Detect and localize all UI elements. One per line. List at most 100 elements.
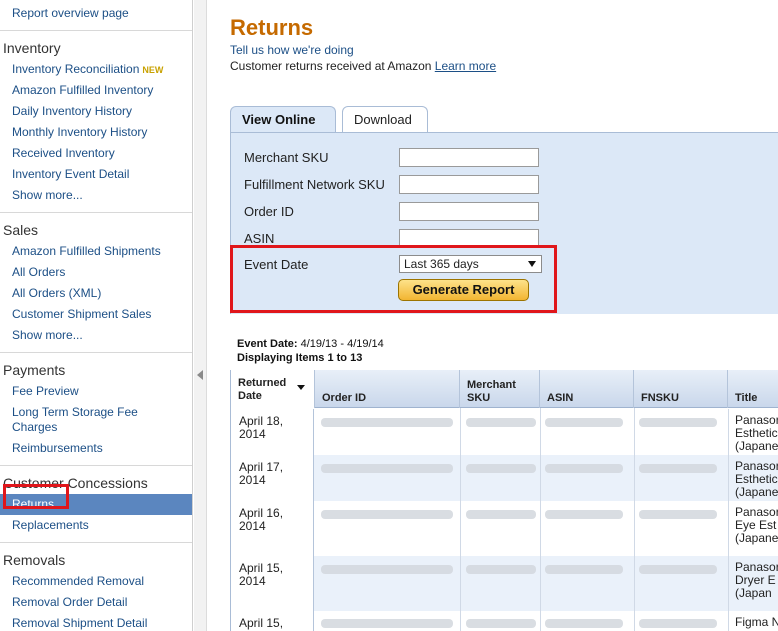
- sidebar-item-recommended-removal[interactable]: Recommended Removal: [0, 571, 192, 592]
- main-content: Returns Tell us how we're doing Customer…: [230, 0, 778, 631]
- column-divider: [634, 408, 635, 631]
- sidebar-item-amazon-fulfilled-shipments[interactable]: Amazon Fulfilled Shipments: [0, 241, 192, 262]
- displaying-items: Displaying Items 1 to 13: [237, 352, 363, 364]
- redacted-asin: [545, 619, 623, 628]
- column-divider: [540, 408, 541, 631]
- redacted-sku: [466, 418, 536, 427]
- redacted-sku: [466, 565, 536, 574]
- title-line: (Japane: [735, 439, 778, 453]
- col-merchant-sku[interactable]: Merchant SKU: [460, 370, 540, 408]
- sales-heading: Sales: [3, 222, 39, 238]
- feedback-link[interactable]: Tell us how we're doing: [230, 43, 354, 57]
- fnsku-input[interactable]: [399, 175, 539, 194]
- payments-heading: Payments: [3, 362, 66, 378]
- sidebar-show-more-sales[interactable]: Show more...: [0, 325, 192, 346]
- sidebar-item-all-orders-xml[interactable]: All Orders (XML): [0, 283, 192, 304]
- table-row[interactable]: April 15, 2014 Figma N: [231, 611, 778, 631]
- title-cell: Panasor Esthetic (Japane: [728, 409, 778, 455]
- table-row[interactable]: April 15, 2014 Panasor Dryer E (Japan: [231, 556, 778, 611]
- column-divider: [460, 408, 461, 631]
- col-fnsku[interactable]: FNSKU: [634, 370, 728, 408]
- header-label: Merchant SKU: [467, 379, 516, 404]
- col-title[interactable]: Title: [728, 370, 778, 408]
- col-order-id[interactable]: Order ID: [315, 370, 460, 408]
- table-row[interactable]: April 17, 2014 Panasor Esthetic (Japane: [231, 455, 778, 501]
- chevron-down-icon: [528, 261, 536, 267]
- learn-more-link[interactable]: Learn more: [435, 59, 496, 73]
- redacted-order-id: [321, 418, 453, 427]
- sidebar-item-amazon-fulfilled-inventory[interactable]: Amazon Fulfilled Inventory: [0, 80, 192, 101]
- returned-date-cell: April 15, 2014: [231, 556, 314, 611]
- tab-view-online[interactable]: View Online: [230, 106, 336, 133]
- subtitle-text: Customer returns received at Amazon: [230, 59, 432, 73]
- redacted-order-id: [321, 464, 453, 473]
- sidebar-show-more-inventory[interactable]: Show more...: [0, 185, 192, 206]
- sidebar-item-fee-preview[interactable]: Fee Preview: [0, 381, 192, 402]
- page-title: Returns: [230, 15, 314, 40]
- page-subtitle: Customer returns received at Amazon Lear…: [230, 59, 496, 73]
- table-row[interactable]: April 18, 2014 Panasor Esthetic (Japane: [231, 409, 778, 455]
- tab-download[interactable]: Download: [342, 106, 428, 132]
- table-row[interactable]: April 16, 2014 Panasor Eye Est (Japane: [231, 501, 778, 556]
- event-date-value: Last 365 days: [404, 257, 479, 271]
- sort-desc-icon: [297, 385, 305, 390]
- report-overview-link[interactable]: Report overview page: [0, 3, 192, 24]
- redacted-asin: [545, 510, 623, 519]
- sidebar-item-long-term-storage-fee-charges[interactable]: Long Term Storage Fee Charges: [0, 402, 150, 438]
- title-line: (Japan: [735, 586, 772, 600]
- removals-heading: Removals: [3, 552, 66, 568]
- title-cell: Figma N: [728, 611, 778, 631]
- sidebar-item-monthly-inventory-history[interactable]: Monthly Inventory History: [0, 122, 192, 143]
- redacted-fnsku: [639, 619, 717, 628]
- divider: [0, 465, 192, 466]
- sidebar-item-removal-shipment-detail[interactable]: Removal Shipment Detail: [0, 613, 192, 631]
- table-header: Returned Date Order ID Merchant SKU ASIN…: [231, 370, 778, 408]
- returned-date-cell: April 16, 2014: [231, 501, 314, 556]
- sidebar-item-returns[interactable]: Returns: [0, 494, 192, 515]
- redacted-fnsku: [639, 510, 717, 519]
- redacted-asin: [545, 565, 623, 574]
- redacted-sku: [466, 464, 536, 473]
- header-label: Title: [735, 392, 758, 404]
- divider: [0, 352, 192, 353]
- col-asin[interactable]: ASIN: [540, 370, 634, 408]
- results-meta: Event Date: 4/19/13 - 4/19/14 Displaying…: [237, 337, 384, 365]
- sidebar-gutter: [194, 0, 207, 631]
- sidebar-item-reimbursements[interactable]: Reimbursements: [0, 438, 192, 459]
- fnsku-label: Fulfillment Network SKU: [244, 177, 385, 192]
- merchant-sku-label: Merchant SKU: [244, 150, 329, 165]
- sidebar-item-all-orders[interactable]: All Orders: [0, 262, 192, 283]
- redacted-order-id: [321, 619, 453, 628]
- title-line: (Japane: [735, 485, 778, 499]
- redacted-sku: [466, 619, 536, 628]
- asin-input[interactable]: [399, 229, 539, 248]
- divider: [0, 30, 192, 31]
- header-label: FNSKU: [641, 392, 679, 404]
- event-date-result-label: Event Date:: [237, 338, 298, 350]
- returned-date-cell: April 15, 2014: [231, 611, 314, 631]
- header-label: ASIN: [547, 392, 574, 404]
- redacted-asin: [545, 418, 623, 427]
- col-returned-date[interactable]: Returned Date: [231, 370, 315, 408]
- order-id-input[interactable]: [399, 202, 539, 221]
- sidebar-item-inventory-reconciliation[interactable]: Inventory Reconciliation NEW: [0, 59, 192, 80]
- collapse-sidebar-icon[interactable]: [197, 370, 203, 380]
- customer-concessions-heading: Customer Concessions: [3, 475, 148, 491]
- redacted-fnsku: [639, 565, 717, 574]
- sidebar-item-removal-order-detail[interactable]: Removal Order Detail: [0, 592, 192, 613]
- sidebar-item-label: Inventory Reconciliation: [12, 62, 140, 76]
- sidebar-item-replacements[interactable]: Replacements: [0, 515, 192, 536]
- sidebar-item-customer-shipment-sales[interactable]: Customer Shipment Sales: [0, 304, 192, 325]
- generate-report-button[interactable]: Generate Report: [398, 279, 529, 301]
- sidebar-item-inventory-event-detail[interactable]: Inventory Event Detail: [0, 164, 192, 185]
- inventory-heading: Inventory: [3, 40, 61, 56]
- redacted-order-id: [321, 565, 453, 574]
- returned-date-cell: April 17, 2014: [231, 455, 314, 501]
- merchant-sku-input[interactable]: [399, 148, 539, 167]
- title-line: (Japane: [735, 531, 778, 545]
- event-date-select[interactable]: Last 365 days: [399, 255, 542, 273]
- title-cell: Panasor Eye Est (Japane: [728, 501, 778, 556]
- sidebar-item-daily-inventory-history[interactable]: Daily Inventory History: [0, 101, 192, 122]
- sidebar-item-received-inventory[interactable]: Received Inventory: [0, 143, 192, 164]
- order-id-label: Order ID: [244, 204, 294, 219]
